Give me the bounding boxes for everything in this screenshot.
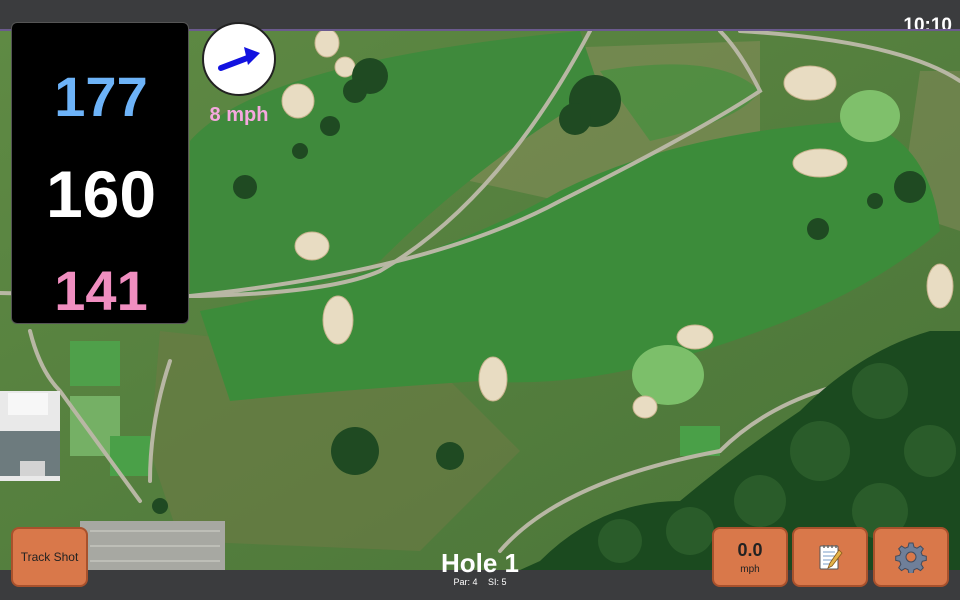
gear-icon (895, 542, 927, 573)
speed-button[interactable]: 0.0 mph (712, 527, 788, 587)
hole-title: Hole 1 (440, 548, 520, 578)
track-shot-button[interactable]: Track Shot (11, 527, 88, 587)
speed-unit: mph (740, 563, 760, 575)
hole-par: Par: 4 (453, 577, 478, 587)
hole-info: Par: 4 SI: 5 (380, 577, 580, 587)
speed-value: 0.0 (737, 539, 763, 560)
notes-button[interactable] (792, 527, 868, 587)
distance-panel: 177 160 141 (11, 22, 189, 324)
track-shot-label: Track Shot (20, 550, 79, 564)
hole-stroke-index: SI: 5 (488, 577, 507, 587)
distance-back: 177 (54, 65, 148, 128)
settings-button[interactable] (873, 527, 949, 587)
wind-direction-indicator (202, 22, 276, 96)
arrow-icon (218, 47, 260, 71)
distance-front: 141 (54, 259, 148, 322)
distance-middle: 160 (45, 157, 157, 231)
notepad-icon (819, 545, 843, 570)
wind-speed-label: 8 mph (209, 104, 269, 126)
